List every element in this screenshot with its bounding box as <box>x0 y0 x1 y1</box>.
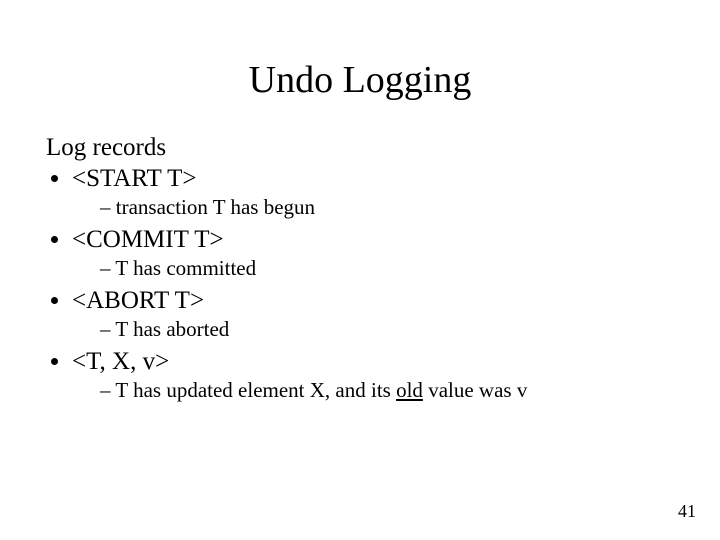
sub-list: T has aborted <box>72 317 680 342</box>
lead-text: Log records <box>46 134 680 162</box>
desc-text: value was v <box>423 378 527 402</box>
sub-item: T has aborted <box>100 317 680 342</box>
list-item: <START T> transaction T has begun <box>72 165 680 220</box>
desc-text: transaction T has begun <box>116 195 315 219</box>
slide-body: Log records <START T> transaction T has … <box>0 134 720 403</box>
log-entry: <T, X, v> <box>72 348 169 375</box>
sub-list: T has committed <box>72 256 680 281</box>
desc-underline: old <box>396 378 423 402</box>
log-entry: <START T> <box>72 165 197 192</box>
sub-list: transaction T has begun <box>72 195 680 220</box>
desc-text: T has updated element X, and its <box>115 378 396 402</box>
sub-item: transaction T has begun <box>100 195 680 220</box>
log-entry: <COMMIT T> <box>72 226 224 253</box>
desc-text: T has aborted <box>115 317 229 341</box>
list-item: <COMMIT T> T has committed <box>72 226 680 281</box>
sub-list: T has updated element X, and its old val… <box>72 378 680 403</box>
sub-item: T has committed <box>100 256 680 281</box>
list-item: <T, X, v> T has updated element X, and i… <box>72 348 680 403</box>
list-item: <ABORT T> T has aborted <box>72 287 680 342</box>
sub-item: T has updated element X, and its old val… <box>100 378 680 403</box>
log-entry: <ABORT T> <box>72 287 204 314</box>
slide-title: Undo Logging <box>0 0 720 130</box>
slide: Undo Logging Log records <START T> trans… <box>0 0 720 540</box>
desc-text: T has committed <box>115 256 256 280</box>
bullet-list: <START T> transaction T has begun <COMMI… <box>46 165 680 403</box>
page-number: 41 <box>678 501 696 522</box>
